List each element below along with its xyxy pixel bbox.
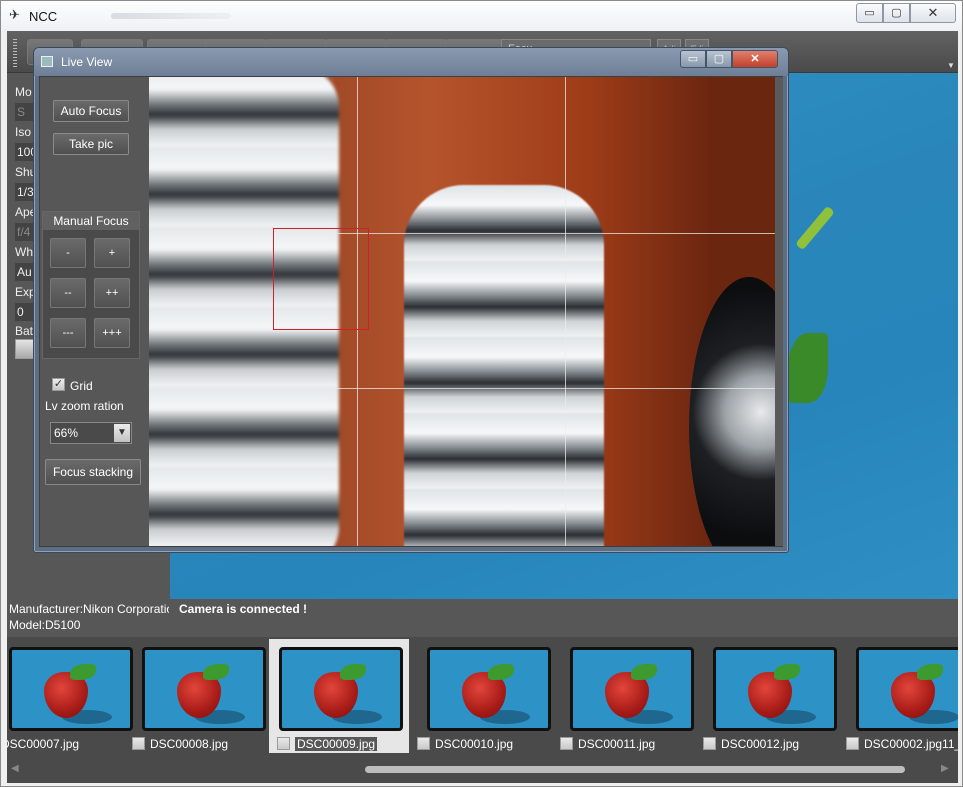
grid-line-horizontal: [149, 388, 775, 389]
mode-label: Mo: [15, 85, 32, 99]
live-view-title: Live View: [61, 55, 113, 69]
thumbnail-item[interactable]: DSC00011.jpg: [560, 639, 698, 753]
thumbnail-checkbox[interactable]: [560, 737, 573, 750]
toolbar-grip[interactable]: [13, 39, 17, 67]
thumbnail-filename: DSC00007.jpg: [7, 737, 80, 751]
connection-status: Camera is connected !: [179, 602, 308, 616]
manual-focus-header: Manual Focus: [43, 212, 139, 230]
take-pic-button[interactable]: Take pic: [53, 133, 129, 155]
thumbnail-item[interactable]: DSC00002.jpg11_: [846, 639, 958, 753]
focus-area-box[interactable]: [273, 228, 369, 330]
thumbnail-image[interactable]: [856, 647, 958, 731]
thumbnail-filename: DSC00010.jpg: [435, 737, 514, 751]
thumbnail-image[interactable]: [713, 647, 837, 731]
preview-stem-shape: [795, 205, 835, 251]
scroll-right-icon[interactable]: ▶: [941, 763, 949, 774]
focus-plus-2-button[interactable]: ++: [94, 278, 130, 308]
thumbnail-checkbox[interactable]: [417, 737, 430, 750]
zoom-ratio-label: Lv zoom ration: [45, 399, 124, 413]
window-icon: [41, 56, 53, 67]
white-balance-label: Wh: [15, 245, 33, 259]
battery-label: Bat: [15, 324, 34, 338]
thumbnail-filename: DSC00009.jpg: [295, 737, 378, 751]
grid-line-vertical: [565, 77, 566, 546]
live-view-image[interactable]: [149, 77, 775, 546]
thumbnail-item[interactable]: DSC00010.jpg: [417, 639, 555, 753]
live-view-title-bar[interactable]: Live View ▭ ▢ ✕: [34, 48, 788, 76]
focus-minus-2-button[interactable]: --: [50, 278, 86, 308]
focus-plus-button[interactable]: +: [94, 238, 130, 268]
focus-minus-button[interactable]: -: [50, 238, 86, 268]
scrollbar-thumb[interactable]: [365, 766, 905, 773]
thumbnail-scrollbar[interactable]: ◀ ▶: [7, 761, 958, 777]
strawberry-leaves: [340, 664, 366, 680]
live-view-window: Live View ▭ ▢ ✕ Auto Focus Take pic Manu…: [33, 47, 789, 553]
zoom-ratio-value: 66%: [54, 426, 79, 440]
preview-leaf-shape: [788, 333, 828, 403]
live-view-scrollbar[interactable]: [775, 77, 783, 546]
thumbnail-image[interactable]: [279, 647, 403, 731]
close-button[interactable]: ✕: [910, 3, 956, 23]
live-view-minimize-button[interactable]: ▭: [680, 50, 706, 68]
thumbnail-image[interactable]: [570, 647, 694, 731]
live-view-maximize-button[interactable]: ▢: [706, 50, 732, 68]
maximize-button[interactable]: ▢: [883, 3, 910, 23]
strawberry-leaves: [203, 664, 229, 680]
focus-plus-3-button[interactable]: +++: [94, 318, 130, 348]
scroll-left-icon[interactable]: ◀: [11, 763, 19, 774]
manual-focus-group: Manual Focus - + -- ++ --- +++: [42, 211, 140, 359]
focus-stacking-button[interactable]: Focus stacking: [45, 459, 141, 485]
thumbnail-item[interactable]: DSC00012.jpg: [703, 639, 841, 753]
auto-focus-button[interactable]: Auto Focus: [53, 100, 129, 122]
strawberry-leaves: [488, 664, 514, 680]
strawberry-leaves: [70, 664, 96, 680]
thumbnail-image[interactable]: [142, 647, 266, 731]
thumbnail-checkbox[interactable]: [846, 737, 859, 750]
status-area: Manufacturer:Nikon Corporation Model:D51…: [7, 599, 958, 637]
thumbnail-checkbox[interactable]: [132, 737, 145, 750]
minimize-button[interactable]: ▭: [856, 3, 883, 23]
thumbnail-strip: DSC00007.jpg DSC00008.jpg DSC00009.jpg D…: [7, 637, 958, 783]
strawberry-leaves: [917, 664, 943, 680]
grid-checkbox[interactable]: ✓: [52, 378, 65, 391]
focus-minus-3-button[interactable]: ---: [50, 318, 86, 348]
window-title: NCC: [29, 9, 58, 24]
thumbnail-image[interactable]: [427, 647, 551, 731]
thumbnail-image[interactable]: [9, 647, 133, 731]
live-view-client: Auto Focus Take pic Manual Focus - + -- …: [39, 76, 783, 547]
grid-label: Grid: [70, 379, 93, 393]
model-text: Model:D5100: [9, 618, 81, 632]
app-icon: ✈: [9, 7, 20, 22]
image-bolt-middle: [404, 185, 604, 546]
thumbnail-filename: DSC00011.jpg: [578, 737, 656, 751]
live-view-close-button[interactable]: ✕: [732, 50, 778, 68]
thumbnail-item[interactable]: DSC00008.jpg: [132, 639, 270, 753]
thumbnail-checkbox[interactable]: [277, 737, 290, 750]
thumbnail-item[interactable]: DSC00009.jpg: [269, 639, 409, 753]
title-decoration: [111, 13, 231, 19]
thumbnail-filename: DSC00008.jpg: [150, 737, 229, 751]
toolbar-overflow-icon[interactable]: ▼: [947, 61, 955, 71]
thumbnail-filename: DSC00012.jpg: [721, 737, 800, 751]
title-bar[interactable]: ✈ NCC ▭ ▢ ✕: [1, 1, 962, 31]
thumbnail-filename: DSC00002.jpg11_: [864, 737, 958, 751]
thumbnail-checkbox[interactable]: [703, 737, 716, 750]
chevron-down-icon[interactable]: ▼: [114, 424, 130, 442]
iso-label: Iso: [15, 125, 32, 139]
grid-line-horizontal: [149, 233, 775, 234]
strawberry-leaves: [774, 664, 800, 680]
strawberry-leaves: [631, 664, 657, 680]
thumbnail-item[interactable]: DSC00007.jpg: [7, 639, 137, 753]
manufacturer-text: Manufacturer:Nikon Corporation: [9, 602, 169, 616]
zoom-ratio-select[interactable]: 66% ▼: [50, 422, 132, 444]
